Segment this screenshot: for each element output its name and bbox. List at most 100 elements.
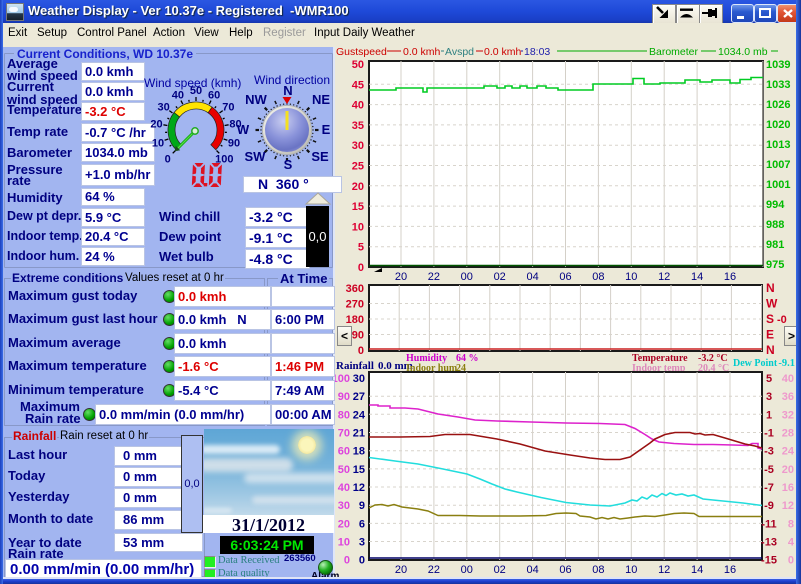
svg-text:N: N xyxy=(766,281,775,295)
svg-text:14: 14 xyxy=(691,564,703,576)
svg-text:10: 10 xyxy=(338,537,350,549)
svg-text:30: 30 xyxy=(353,373,365,385)
svg-text:Barometer: Barometer xyxy=(649,46,699,58)
svg-text:90: 90 xyxy=(228,137,240,149)
svg-text:24: 24 xyxy=(782,446,795,458)
svg-text:28: 28 xyxy=(782,428,794,440)
svg-text:Rainfall: Rainfall xyxy=(336,360,374,372)
svg-text:9: 9 xyxy=(359,500,365,512)
svg-text:0: 0 xyxy=(344,555,350,567)
svg-text:90: 90 xyxy=(352,330,364,342)
svg-text:70: 70 xyxy=(222,101,234,113)
svg-text:E: E xyxy=(766,328,774,342)
svg-text:12: 12 xyxy=(658,564,670,576)
svg-text:32: 32 xyxy=(782,409,794,421)
svg-text:1001: 1001 xyxy=(766,179,790,191)
svg-text:-9.1: -9.1 xyxy=(778,358,795,369)
svg-text:08: 08 xyxy=(592,564,604,576)
svg-text:70: 70 xyxy=(338,428,350,440)
svg-text:27: 27 xyxy=(353,391,365,403)
svg-text:90: 90 xyxy=(338,391,350,403)
svg-text:40: 40 xyxy=(172,89,184,101)
svg-text:60: 60 xyxy=(208,89,220,101)
svg-text:Avspd: Avspd xyxy=(445,46,474,58)
svg-text:40: 40 xyxy=(338,482,350,494)
svg-text:8: 8 xyxy=(788,518,794,530)
svg-text:25: 25 xyxy=(352,161,364,173)
svg-text:02: 02 xyxy=(494,564,506,576)
svg-text:-15: -15 xyxy=(761,555,777,567)
svg-text:5: 5 xyxy=(358,242,364,254)
svg-text:0: 0 xyxy=(358,262,364,274)
svg-text:20: 20 xyxy=(782,464,794,476)
svg-text:0.0 kmh: 0.0 kmh xyxy=(484,46,522,58)
svg-text:04: 04 xyxy=(526,564,538,576)
svg-text:3: 3 xyxy=(766,391,772,403)
svg-text:3: 3 xyxy=(359,537,365,549)
svg-text:1007: 1007 xyxy=(766,159,790,171)
svg-text:45: 45 xyxy=(352,79,364,91)
svg-text:60: 60 xyxy=(338,446,350,458)
svg-text:1020: 1020 xyxy=(766,119,790,131)
svg-text:16: 16 xyxy=(782,482,794,494)
svg-text:40: 40 xyxy=(782,373,794,385)
svg-text:360: 360 xyxy=(346,283,364,295)
svg-text:-9: -9 xyxy=(764,500,774,512)
svg-text:1034.0 mb: 1034.0 mb xyxy=(718,46,768,58)
svg-text:24: 24 xyxy=(353,409,366,421)
svg-text:10: 10 xyxy=(625,564,637,576)
svg-text:994: 994 xyxy=(766,199,785,211)
svg-text:18: 18 xyxy=(353,446,365,458)
svg-text:100: 100 xyxy=(335,373,350,385)
svg-text:20: 20 xyxy=(338,518,350,530)
svg-text:50: 50 xyxy=(190,85,202,97)
svg-text:16: 16 xyxy=(724,564,736,576)
svg-text:1: 1 xyxy=(766,409,772,421)
svg-text:15: 15 xyxy=(353,464,365,476)
svg-text:981: 981 xyxy=(766,239,784,251)
svg-text:20: 20 xyxy=(395,564,407,576)
svg-text:15: 15 xyxy=(352,201,364,213)
svg-text:4: 4 xyxy=(788,537,795,549)
svg-text:80: 80 xyxy=(338,409,350,421)
svg-text:50: 50 xyxy=(352,59,364,71)
svg-text:1039: 1039 xyxy=(766,59,790,71)
svg-text:-5: -5 xyxy=(764,464,774,476)
svg-text:-13: -13 xyxy=(761,537,777,549)
svg-text:50: 50 xyxy=(338,464,350,476)
svg-text:270: 270 xyxy=(346,299,364,311)
svg-text:00: 00 xyxy=(461,564,473,576)
svg-text:40: 40 xyxy=(352,100,364,112)
svg-text:36: 36 xyxy=(782,391,794,403)
svg-text:-3: -3 xyxy=(764,446,774,458)
svg-text:180: 180 xyxy=(346,314,364,326)
svg-text:30: 30 xyxy=(338,500,350,512)
svg-text:Gustspeed: Gustspeed xyxy=(336,46,387,58)
svg-text:12: 12 xyxy=(782,500,794,512)
svg-text:20: 20 xyxy=(150,119,162,131)
svg-text:975: 975 xyxy=(766,259,784,271)
svg-text:20: 20 xyxy=(352,181,364,193)
svg-text:22: 22 xyxy=(428,564,440,576)
svg-text:0: 0 xyxy=(165,153,171,165)
svg-text:-0: -0 xyxy=(777,314,787,326)
svg-text:30: 30 xyxy=(158,101,170,113)
svg-text:6: 6 xyxy=(359,518,365,530)
svg-text:988: 988 xyxy=(766,219,784,231)
svg-text:1013: 1013 xyxy=(766,139,790,151)
svg-text:-11: -11 xyxy=(761,518,776,530)
svg-text:12: 12 xyxy=(353,482,365,494)
svg-text:5: 5 xyxy=(766,373,772,385)
svg-text:0: 0 xyxy=(359,555,365,567)
svg-text:0: 0 xyxy=(788,555,794,567)
svg-text:30: 30 xyxy=(352,140,364,152)
svg-text:1033: 1033 xyxy=(766,79,790,91)
svg-text:S: S xyxy=(766,312,774,326)
svg-text:35: 35 xyxy=(352,120,364,132)
svg-text:Dew Point: Dew Point xyxy=(733,358,778,369)
svg-text:-1: -1 xyxy=(764,428,774,440)
svg-text:0.0 kmh: 0.0 kmh xyxy=(403,46,441,58)
svg-text:06: 06 xyxy=(559,564,571,576)
svg-text:10: 10 xyxy=(352,221,364,233)
svg-text:21: 21 xyxy=(353,428,365,440)
